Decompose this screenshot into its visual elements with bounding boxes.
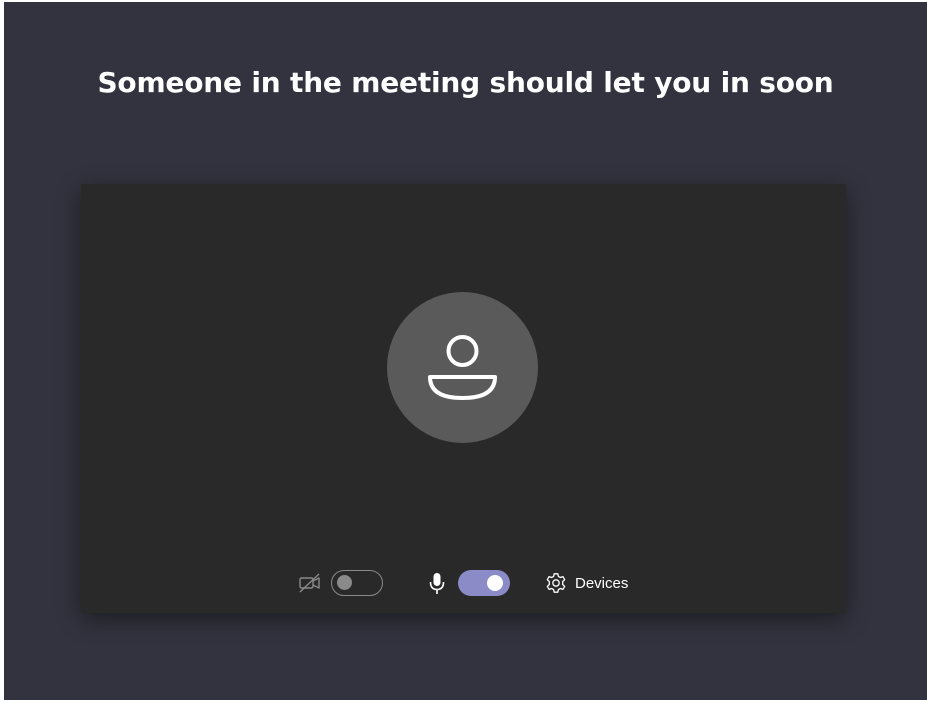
device-controls: Devices	[81, 568, 846, 598]
camera-toggle[interactable]	[331, 570, 383, 596]
page-title: Someone in the meeting should let you in…	[97, 66, 834, 99]
microphone-icon	[429, 573, 445, 594]
devices-label: Devices	[575, 574, 629, 592]
toggle-knob	[337, 575, 352, 590]
gear-icon	[546, 573, 566, 593]
toggle-knob	[487, 575, 503, 591]
devices-button[interactable]: Devices	[544, 570, 628, 596]
video-off-icon	[299, 573, 320, 593]
microphone-toggle[interactable]	[458, 570, 510, 596]
pre-join-screen: Someone in the meeting should let you in…	[4, 2, 927, 700]
person-icon	[428, 335, 497, 400]
video-preview: Devices	[81, 184, 846, 613]
avatar	[387, 292, 538, 443]
